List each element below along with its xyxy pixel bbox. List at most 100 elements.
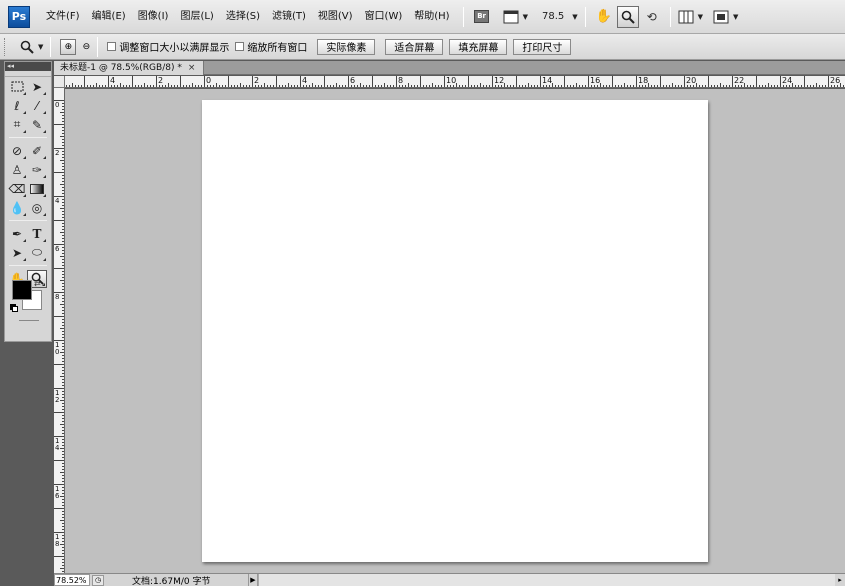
tool-preset-picker[interactable]: ▼ [20,40,43,54]
ruler-tick [444,76,445,87]
menu-edit[interactable]: 编辑(E) [86,0,132,34]
swap-colors-icon[interactable]: ⇄ [34,279,41,288]
hand-tool-button[interactable]: ✋ [593,6,615,28]
zoom-in-button[interactable]: ⊕ [60,38,77,55]
resize-windows-checkbox[interactable]: 调整窗口大小以满屏显示 [107,39,229,54]
history-brush-tool-button[interactable]: ✑ [27,161,47,179]
zoom-all-windows-checkbox[interactable]: 缩放所有窗口 [235,39,307,54]
horizontal-scrollbar[interactable] [258,574,835,586]
ruler-tick [828,76,829,87]
foreground-color-swatch[interactable] [12,280,32,300]
menu-view[interactable]: 视图(V) [312,0,359,34]
status-menu-arrow-icon[interactable]: ▶ [248,574,258,586]
rotate-view-button[interactable]: ⟲ [641,6,663,28]
ruler-tick [732,76,733,87]
gradient-tool-button[interactable] [27,180,47,198]
magic-wand-tool-button[interactable]: ⁄ [27,97,47,115]
document-tab[interactable]: 未标题-1 @ 78.5%(RGB/8) * × [54,61,205,75]
type-tool-button[interactable]: T [27,225,47,243]
document-canvas[interactable] [202,100,708,562]
ruler-tick [96,83,97,87]
marquee-tool-button[interactable] [7,78,27,96]
status-bar: 78.52% ◷ 文档:1.67M/0 字节 ▶ ▸ [54,573,845,586]
dodge-tool-button[interactable]: ◎ [27,199,47,217]
ruler-tick [798,85,799,87]
healing-brush-tool-button[interactable]: ⊘ [7,142,27,160]
ruler-tick [534,85,535,87]
tools-panel-header[interactable]: ◂◂ [5,62,51,71]
ruler-label: 16 [55,485,60,500]
clone-stamp-tool-icon: ♙ [11,162,23,177]
blur-tool-icon: 💧 [9,200,25,215]
menu-image[interactable]: 图像(I) [132,0,175,34]
bridge-button[interactable]: Br [471,6,493,28]
ruler-tick [498,85,499,87]
zoom-tool-button[interactable] [616,5,639,28]
ruler-tick [618,85,619,87]
status-info-icon[interactable]: ◷ [92,574,104,586]
close-icon[interactable]: × [188,61,196,75]
scroll-right-arrow-icon[interactable]: ▸ [835,576,845,584]
lasso-tool-button[interactable]: ℓ [7,97,27,115]
zoom-level-field[interactable]: 78.5 [542,11,564,22]
ruler-tick [753,85,754,87]
menu-filter[interactable]: 滤镜(T) [266,0,312,34]
eraser-tool-button[interactable]: ⌫ [7,180,27,198]
print-size-button[interactable]: 打印尺寸 [513,38,572,55]
fit-screen-button[interactable]: 适合屏幕 [385,38,444,55]
zoom-out-button[interactable]: ⊖ [78,39,94,55]
canvas-area[interactable] [65,89,845,573]
ruler-tick [237,85,238,87]
ruler-tick [465,85,466,87]
ruler-tick [141,85,142,87]
ruler-tick [678,85,679,87]
menu-file[interactable]: 文件(F) [40,0,86,34]
fill-screen-button[interactable]: 填充屏幕 [449,38,508,55]
arrange-documents-button[interactable]: ▼ [678,6,703,28]
eyedropper-tool-button[interactable]: ✎ [27,116,47,134]
pen-tool-button[interactable]: ✒ [7,225,27,243]
status-zoom-field[interactable]: 78.52% [54,574,90,586]
menu-select[interactable]: 选择(S) [220,0,266,34]
zoom-icon [20,40,34,54]
ruler-tick [639,85,640,87]
actual-pixels-button[interactable]: 实际像素 [317,38,376,55]
checkbox-box[interactable] [235,42,245,51]
zoom-dropdown-icon[interactable]: ▼ [572,13,577,21]
vertical-ruler[interactable]: 0 2 4 6 8 10 12 14 16 18 [54,88,65,573]
healing-brush-tool-icon: ⊘ [11,143,23,158]
menu-window[interactable]: 窗口(W) [359,0,409,34]
ruler-tick [597,85,598,87]
checkbox-box[interactable] [107,42,117,51]
ruler-tick [264,83,265,87]
menu-help[interactable]: 帮助(H) [408,0,455,34]
ruler-tick [609,85,610,87]
document-tab-bar: 未标题-1 @ 78.5%(RGB/8) * × [54,61,845,75]
options-bar-grip[interactable] [4,37,8,56]
ruler-tick [54,172,64,173]
ruler-origin[interactable] [54,76,65,88]
ruler-tick [393,85,394,87]
shape-tool-button[interactable]: ⬭ [27,244,47,262]
ruler-tick [591,85,592,87]
ruler-tick [624,83,625,87]
ruler-tick [300,76,301,87]
ruler-tick [345,85,346,87]
screen-layout-button[interactable]: ▼ [503,6,528,28]
ruler-tick [408,83,409,87]
default-colors-icon[interactable] [10,304,18,312]
clone-stamp-tool-button[interactable]: ♙ [7,161,27,179]
screen-mode-button[interactable]: ▼ [713,6,738,28]
menu-layer[interactable]: 图层(L) [174,0,219,34]
ruler-tick [531,85,532,87]
crop-tool-button[interactable]: ⌗ [7,116,27,134]
quick-mask-button[interactable] [19,320,39,321]
move-tool-button[interactable]: ➤ [27,78,47,96]
blur-tool-button[interactable]: 💧 [7,199,27,217]
brush-tool-button[interactable]: ✐ [27,142,47,160]
ruler-label: 8 [55,293,60,301]
path-selection-tool-button[interactable]: ➤ [7,244,27,262]
magic-wand-tool-icon: ⁄ [35,98,38,113]
horizontal-ruler[interactable]: 4 2 0 2 4 6 8 10 12 14 16 18 20 22 24 26 [65,76,845,88]
ruler-label: 10 [446,76,457,85]
